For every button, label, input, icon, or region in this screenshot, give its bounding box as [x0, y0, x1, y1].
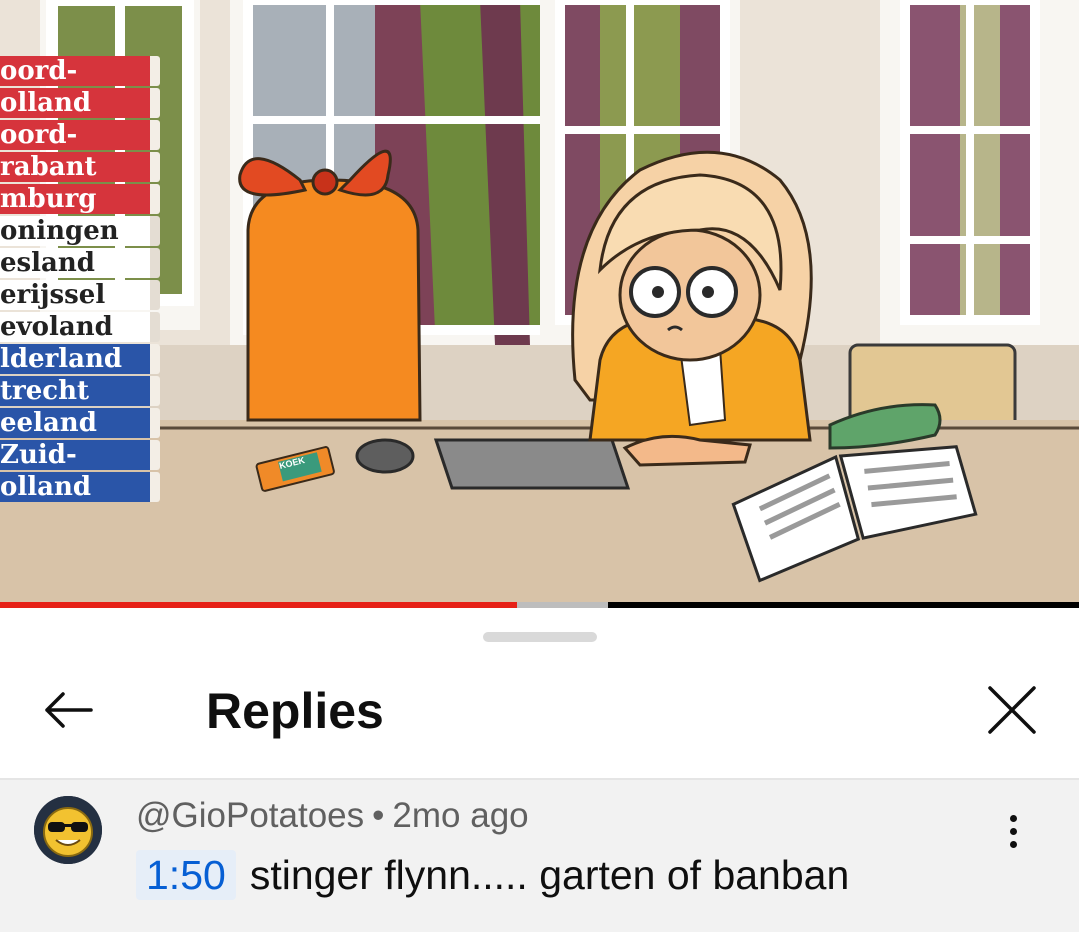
close-button[interactable] — [980, 678, 1044, 742]
book: mburg — [0, 184, 160, 214]
comment-author[interactable]: @GioPotatoes — [136, 796, 364, 835]
more-options-button[interactable] — [986, 804, 1040, 858]
comment-body: 1:50 stinger flynn..... garten of banban — [136, 850, 849, 900]
arrow-left-icon — [45, 692, 93, 728]
replies-sheet: Replies @GioPotatoes • 2mo ago 1:50 stinge… — [0, 608, 1079, 932]
book: oningen — [0, 216, 160, 246]
comment-age: 2mo ago — [392, 796, 529, 835]
book-stack: oord- olland oord- rabant mburg oningen … — [0, 56, 160, 504]
video-frame — [0, 0, 1079, 604]
book: lderland — [0, 344, 160, 374]
comment-text: stinger flynn..... garten of banban — [249, 852, 850, 898]
timestamp-link[interactable]: 1:50 — [136, 850, 236, 900]
comment-meta: @GioPotatoes • 2mo ago — [136, 796, 529, 836]
book: olland — [0, 88, 160, 118]
orange-chair — [238, 149, 422, 422]
book: erijssel — [0, 280, 160, 310]
book: esland — [0, 248, 160, 278]
book: trecht — [0, 376, 160, 406]
window-right — [880, 0, 1079, 345]
book: Zuid- — [0, 440, 160, 470]
book: rabant — [0, 152, 160, 182]
book: oord- — [0, 120, 160, 150]
drag-handle[interactable] — [483, 632, 597, 642]
sunglasses-emoji-avatar-icon — [34, 796, 102, 864]
book: oord- — [0, 56, 160, 86]
meta-separator: • — [372, 796, 385, 835]
video-player[interactable]: oord- olland oord- rabant mburg oningen … — [0, 0, 1079, 604]
book: evoland — [0, 312, 160, 342]
back-button[interactable] — [36, 678, 100, 742]
sheet-title: Replies — [206, 683, 384, 739]
book: olland — [0, 472, 160, 502]
close-icon — [988, 686, 1036, 734]
more-vertical-icon — [1009, 814, 1017, 848]
comment: @GioPotatoes • 2mo ago 1:50 stinger flynn.… — [0, 780, 1079, 932]
avatar[interactable] — [34, 796, 102, 864]
book: eeland — [0, 408, 160, 438]
